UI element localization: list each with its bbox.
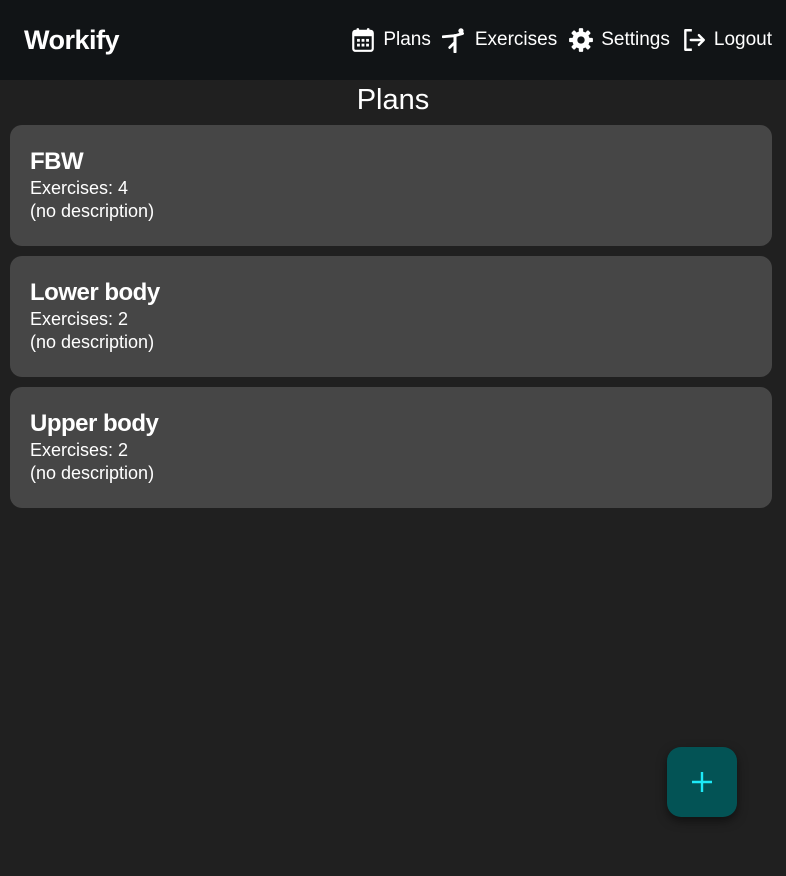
top-navbar: Workify Plans Exercises Settings Logout xyxy=(0,0,786,80)
page-title: Plans xyxy=(356,84,430,116)
nav-logout-label: Logout xyxy=(713,29,772,50)
nav-menu: Plans Exercises Settings Logout xyxy=(350,27,772,53)
calendar-icon xyxy=(352,28,375,52)
plan-card-fbw[interactable]: FBW Exercises: 4 (no description) xyxy=(10,125,772,246)
nav-exercises-label: Exercises xyxy=(474,29,558,50)
exercise-figure-icon xyxy=(441,28,464,53)
gear-icon xyxy=(569,28,594,52)
plan-description: (no description) xyxy=(30,201,155,221)
add-plan-button[interactable] xyxy=(667,747,737,817)
plus-icon xyxy=(692,772,712,792)
nav-settings-label: Settings xyxy=(601,29,670,50)
plan-description: (no description) xyxy=(30,332,155,352)
plan-card-lower-body[interactable]: Lower body Exercises: 2 (no description) xyxy=(10,256,772,377)
plan-name: Upper body xyxy=(30,410,159,437)
plan-name: Lower body xyxy=(30,279,160,306)
nav-logout[interactable]: Logout xyxy=(681,27,772,53)
plan-name: FBW xyxy=(30,148,84,175)
plan-description: (no description) xyxy=(30,463,155,483)
logout-icon xyxy=(684,29,705,51)
plan-list: FBW Exercises: 4 (no description) Lower … xyxy=(10,125,772,518)
brand-logo[interactable]: Workify xyxy=(24,25,120,56)
nav-settings[interactable]: Settings xyxy=(568,27,670,53)
nav-plans-label: Plans xyxy=(383,29,431,50)
plan-exercise-count: Exercises: 4 xyxy=(30,178,129,198)
plan-exercise-count: Exercises: 2 xyxy=(30,309,129,329)
nav-plans[interactable]: Plans xyxy=(350,27,431,53)
plan-card-upper-body[interactable]: Upper body Exercises: 2 (no description) xyxy=(10,387,772,508)
plan-exercise-count: Exercises: 2 xyxy=(30,440,129,460)
nav-exercises[interactable]: Exercises xyxy=(441,27,558,53)
